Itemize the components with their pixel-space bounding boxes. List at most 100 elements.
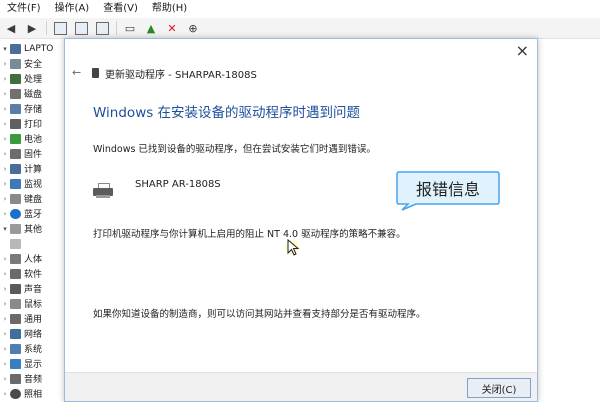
chevron-right-icon[interactable]: › — [0, 90, 10, 98]
unknown-device-icon — [10, 223, 21, 234]
tree-item-battery[interactable]: › 电池 — [0, 131, 42, 146]
chevron-right-icon[interactable]: › — [0, 270, 10, 278]
tree-item-label: 鼠标 — [24, 300, 43, 310]
uninstall-icon[interactable]: ✕ — [164, 20, 180, 36]
update-driver-icon[interactable]: ▲ — [143, 20, 159, 36]
forward-arrow-icon[interactable]: ▶ — [24, 20, 40, 36]
dialog-title: 更新驱动程序 - SHARPAR-1808S — [105, 70, 257, 81]
chevron-right-icon[interactable]: › — [0, 105, 10, 113]
back-arrow-icon[interactable]: ◀ — [3, 20, 19, 36]
tree-item-system[interactable]: › 系统 — [0, 341, 42, 356]
tree-item-processor[interactable]: › 处理 — [0, 71, 42, 86]
close-button[interactable]: 关闭(C) — [467, 378, 531, 398]
chevron-right-icon[interactable]: › — [0, 360, 10, 368]
tree-item-label: 键盘 — [24, 195, 43, 205]
tree-item-label: 计算 — [24, 165, 43, 175]
tree-item-display[interactable]: › 显示 — [0, 356, 42, 371]
tree-item-label: 显示 — [24, 360, 43, 370]
printer-icon — [93, 183, 115, 199]
chevron-right-icon[interactable]: › — [0, 375, 10, 383]
tree-item-security[interactable]: › 安全 — [0, 56, 42, 71]
chevron-right-icon[interactable]: › — [0, 135, 10, 143]
menu-action[interactable]: 操作(A) — [48, 0, 97, 18]
tree-item-keyboard[interactable]: › 键盘 — [0, 191, 42, 206]
tree-item-computer[interactable]: › 计算 — [0, 161, 42, 176]
close-icon[interactable]: × — [516, 41, 529, 60]
tree-item-label: 磁盘 — [24, 90, 43, 100]
network-icon — [10, 328, 21, 339]
chevron-right-icon[interactable]: › — [0, 345, 10, 353]
tree-item-label: 照相 — [24, 390, 43, 400]
hid-icon — [10, 253, 21, 264]
chevron-right-icon[interactable]: › — [0, 390, 10, 398]
chevron-right-icon[interactable]: › — [0, 285, 10, 293]
dialog-footer: 关闭(C) — [65, 372, 537, 401]
chevron-right-icon[interactable]: › — [0, 300, 10, 308]
chevron-down-icon[interactable]: ▾ — [0, 45, 10, 53]
chevron-right-icon[interactable]: › — [0, 165, 10, 173]
tree-item-label: 监视 — [24, 180, 43, 190]
chevron-right-icon[interactable]: › — [0, 150, 10, 158]
toolbar-separator — [46, 21, 47, 35]
monitor-icon[interactable]: ▭ — [122, 20, 138, 36]
chevron-right-icon[interactable]: › — [0, 315, 10, 323]
tree-item-label: 安全 — [24, 60, 43, 70]
download-icon[interactable]: ⊕ — [185, 20, 201, 36]
tree-item-network[interactable]: › 网络 — [0, 326, 42, 341]
tree-item-label: 音频 — [24, 375, 43, 385]
tree-item-monitor[interactable]: › 监视 — [0, 176, 42, 191]
menu-help[interactable]: 帮助(H) — [145, 0, 194, 18]
tree-item-label: 声音 — [24, 285, 43, 295]
callout-text: 报错信息 — [415, 180, 480, 199]
chevron-right-icon[interactable]: › — [0, 60, 10, 68]
camera-icon — [10, 388, 21, 399]
chevron-right-icon[interactable]: › — [0, 120, 10, 128]
tree-item-usb[interactable]: › 通用 — [0, 311, 42, 326]
tree-item-label: 固件 — [24, 150, 43, 160]
chevron-right-icon[interactable]: › — [0, 75, 10, 83]
chevron-right-icon[interactable]: › — [0, 210, 10, 218]
tree-item-print[interactable]: › 打印 — [0, 116, 42, 131]
security-icon — [10, 58, 21, 69]
device-icon — [92, 68, 99, 78]
back-arrow-icon[interactable]: ← — [72, 66, 81, 79]
toolbar: ◀ ▶ ▭ ▲ ✕ ⊕ — [0, 18, 600, 39]
tree-root[interactable]: ▾ LAPTO — [0, 41, 53, 56]
audio-icon — [10, 373, 21, 384]
printer-icon — [10, 118, 21, 129]
tree-item-camera[interactable]: › 照相 — [0, 386, 42, 400]
properties-icon[interactable] — [52, 20, 68, 36]
processor-icon — [10, 73, 21, 84]
tree-item-bluetooth[interactable]: › 蓝牙 — [0, 206, 42, 221]
tree-item-storage[interactable]: › 存储 — [0, 101, 42, 116]
tree-item-label: 网络 — [24, 330, 43, 340]
update-driver-dialog: × ← 更新驱动程序 - SHARPAR-1808S Windows 在安装设备… — [64, 38, 538, 402]
tree-root-label: LAPTO — [24, 43, 54, 54]
tree-item-hid[interactable]: › 人体 — [0, 251, 42, 266]
tree-item-firmware[interactable]: › 固件 — [0, 146, 42, 161]
tree-item-mouse[interactable]: › 鼠标 — [0, 296, 42, 311]
tree-item-label: 电池 — [24, 135, 43, 145]
tree-item-label: 处理 — [24, 75, 43, 85]
chevron-right-icon[interactable]: › — [0, 195, 10, 203]
device-tree: ▾ LAPTO › 安全 › 处理 › 磁盘 › 存储 › 打印 › 电池 › 固件 › 计算 … — [0, 39, 70, 400]
tree-item-sound[interactable]: › 声音 — [0, 281, 42, 296]
view-icon[interactable] — [94, 20, 110, 36]
menu-view[interactable]: 查看(V) — [96, 0, 145, 18]
unknown-device-icon — [10, 238, 21, 249]
chevron-down-icon[interactable]: ▾ — [0, 225, 10, 233]
tree-item-software[interactable]: › 软件 — [0, 266, 42, 281]
chevron-right-icon[interactable]: › — [0, 330, 10, 338]
help-icon[interactable] — [73, 20, 89, 36]
tree-item-label: 其他 — [24, 225, 43, 235]
tree-item-audio[interactable]: › 音频 — [0, 371, 42, 386]
chevron-right-icon[interactable]: › — [0, 180, 10, 188]
menu-file[interactable]: 文件(F) — [0, 0, 48, 18]
tree-item-other-child[interactable] — [10, 236, 24, 251]
tree-item-other[interactable]: ▾ 其他 — [0, 221, 42, 236]
chevron-right-icon[interactable]: › — [0, 255, 10, 263]
tree-item-disk[interactable]: › 磁盘 — [0, 86, 42, 101]
device-name: SHARP AR-1808S — [135, 179, 221, 190]
tree-item-label: 系统 — [24, 345, 43, 355]
keyboard-icon — [10, 193, 21, 204]
